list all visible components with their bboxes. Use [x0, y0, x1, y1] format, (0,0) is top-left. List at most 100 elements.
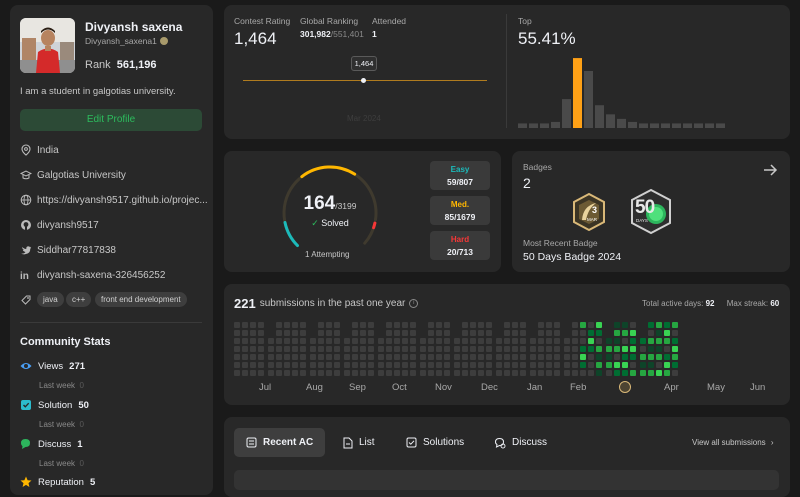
- heatmap-cell[interactable]: [630, 322, 636, 328]
- heatmap-cell[interactable]: [300, 322, 306, 328]
- heatmap-cell[interactable]: [410, 370, 416, 376]
- hard-pill[interactable]: Hard 20/713: [430, 231, 490, 260]
- heatmap-cell[interactable]: [486, 370, 492, 376]
- heatmap-cell[interactable]: [672, 354, 678, 360]
- heatmap-cell[interactable]: [614, 362, 620, 368]
- heatmap-cell[interactable]: [326, 362, 332, 368]
- heatmap-cell[interactable]: [554, 338, 560, 344]
- heatmap-cell[interactable]: [572, 354, 578, 360]
- heatmap-cell[interactable]: [546, 330, 552, 336]
- heatmap-cell[interactable]: [588, 338, 594, 344]
- heatmap-cell[interactable]: [276, 330, 282, 336]
- heatmap-cell[interactable]: [470, 322, 476, 328]
- heatmap-cell[interactable]: [242, 362, 248, 368]
- heatmap-cell[interactable]: [630, 354, 636, 360]
- heatmap-cell[interactable]: [520, 330, 526, 336]
- heatmap-cell[interactable]: [420, 354, 426, 360]
- heatmap-cell[interactable]: [352, 346, 358, 352]
- heatmap-cell[interactable]: [268, 338, 274, 344]
- heatmap-cell[interactable]: [580, 338, 586, 344]
- heatmap-cell[interactable]: [538, 354, 544, 360]
- skill-tag-frontend[interactable]: front end development: [95, 292, 187, 307]
- heatmap-cell[interactable]: [360, 354, 366, 360]
- heatmap-cell[interactable]: [444, 338, 450, 344]
- heatmap-cell[interactable]: [292, 370, 298, 376]
- heatmap-cell[interactable]: [538, 346, 544, 352]
- heatmap-cell[interactable]: [250, 338, 256, 344]
- heatmap-cell[interactable]: [640, 346, 646, 352]
- heatmap-cell[interactable]: [512, 354, 518, 360]
- heatmap-cell[interactable]: [656, 346, 662, 352]
- heatmap-cell[interactable]: [360, 362, 366, 368]
- heatmap-cell[interactable]: [596, 322, 602, 328]
- heatmap-cell[interactable]: [554, 354, 560, 360]
- heatmap-cell[interactable]: [334, 354, 340, 360]
- heatmap-cell[interactable]: [454, 370, 460, 376]
- heatmap-cell[interactable]: [334, 330, 340, 336]
- heatmap-cell[interactable]: [478, 330, 484, 336]
- heatmap-cell[interactable]: [326, 346, 332, 352]
- heatmap-cell[interactable]: [234, 362, 240, 368]
- heatmap-cell[interactable]: [622, 370, 628, 376]
- heatmap-cell[interactable]: [234, 330, 240, 336]
- heatmap-cell[interactable]: [344, 338, 350, 344]
- heatmap-cell[interactable]: [326, 338, 332, 344]
- heatmap-cell[interactable]: [588, 370, 594, 376]
- heatmap-cell[interactable]: [284, 322, 290, 328]
- heatmap-cell[interactable]: [622, 322, 628, 328]
- heatmap-cell[interactable]: [564, 346, 570, 352]
- heatmap-cell[interactable]: [410, 322, 416, 328]
- heatmap-cell[interactable]: [300, 362, 306, 368]
- heatmap-cell[interactable]: [504, 354, 510, 360]
- heatmap-cell[interactable]: [596, 354, 602, 360]
- heatmap-cell[interactable]: [486, 346, 492, 352]
- heatmap-cell[interactable]: [284, 330, 290, 336]
- heatmap-cell[interactable]: [368, 346, 374, 352]
- heatmap-cell[interactable]: [378, 362, 384, 368]
- view-all-submissions-link[interactable]: View all submissions ›: [692, 438, 774, 447]
- heatmap-cell[interactable]: [310, 362, 316, 368]
- heatmap-cell[interactable]: [630, 362, 636, 368]
- heatmap-cell[interactable]: [614, 354, 620, 360]
- heatmap-cell[interactable]: [512, 346, 518, 352]
- heatmap-cell[interactable]: [512, 322, 518, 328]
- heatmap-cell[interactable]: [234, 322, 240, 328]
- heatmap-cell[interactable]: [242, 330, 248, 336]
- heatmap-cell[interactable]: [394, 322, 400, 328]
- heatmap-cell[interactable]: [622, 362, 628, 368]
- heatmap-cell[interactable]: [462, 346, 468, 352]
- heatmap-cell[interactable]: [326, 330, 332, 336]
- heatmap-cell[interactable]: [310, 338, 316, 344]
- badge-march[interactable]: 3 MAR: [570, 192, 608, 232]
- heatmap-cell[interactable]: [546, 370, 552, 376]
- heatmap-cell[interactable]: [334, 322, 340, 328]
- heatmap-cell[interactable]: [504, 346, 510, 352]
- heatmap-cell[interactable]: [478, 322, 484, 328]
- heatmap-cell[interactable]: [606, 354, 612, 360]
- heatmap-cell[interactable]: [444, 370, 450, 376]
- heatmap-cell[interactable]: [352, 338, 358, 344]
- heatmap-cell[interactable]: [648, 354, 654, 360]
- heatmap-cell[interactable]: [496, 346, 502, 352]
- heatmap-cell[interactable]: [572, 330, 578, 336]
- heatmap-cell[interactable]: [250, 354, 256, 360]
- heatmap-cell[interactable]: [268, 346, 274, 352]
- heatmap-cell[interactable]: [250, 322, 256, 328]
- heatmap-cell[interactable]: [588, 354, 594, 360]
- heatmap-cell[interactable]: [606, 362, 612, 368]
- heatmap-cell[interactable]: [478, 362, 484, 368]
- heatmap-cell[interactable]: [334, 338, 340, 344]
- avatar[interactable]: [20, 18, 75, 73]
- heatmap-cell[interactable]: [334, 370, 340, 376]
- info-icon[interactable]: i: [409, 299, 419, 308]
- heatmap-cell[interactable]: [344, 370, 350, 376]
- heatmap-cell[interactable]: [554, 346, 560, 352]
- heatmap-cell[interactable]: [614, 322, 620, 328]
- tab-discuss[interactable]: Discuss: [482, 428, 559, 457]
- heatmap-cell[interactable]: [580, 370, 586, 376]
- heatmap-cell[interactable]: [454, 362, 460, 368]
- heatmap-cell[interactable]: [470, 362, 476, 368]
- heatmap-cell[interactable]: [622, 354, 628, 360]
- heatmap-cell[interactable]: [292, 338, 298, 344]
- heatmap-cell[interactable]: [648, 330, 654, 336]
